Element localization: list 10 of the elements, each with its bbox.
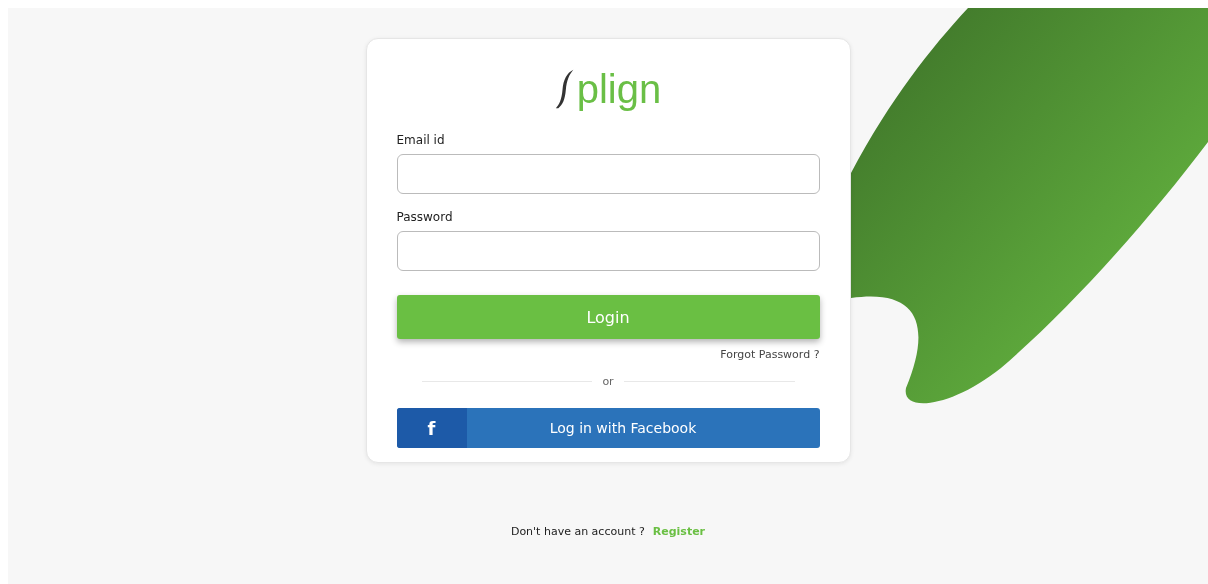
logo-text: plign (576, 69, 662, 109)
footer-text: Don't have an account ? (510, 525, 645, 538)
facebook-icon: f (396, 408, 467, 448)
input-field[interactable] (396, 231, 820, 271)
input-field[interactable] (396, 154, 820, 194)
forgot-password-link[interactable]: Forgot Password ? (720, 348, 820, 361)
field-label: Email id (396, 133, 446, 147)
field-label: Password (396, 210, 454, 224)
divider-text: or (602, 375, 614, 388)
facebook-login-button[interactable]: f Log in with Facebook (396, 408, 820, 448)
